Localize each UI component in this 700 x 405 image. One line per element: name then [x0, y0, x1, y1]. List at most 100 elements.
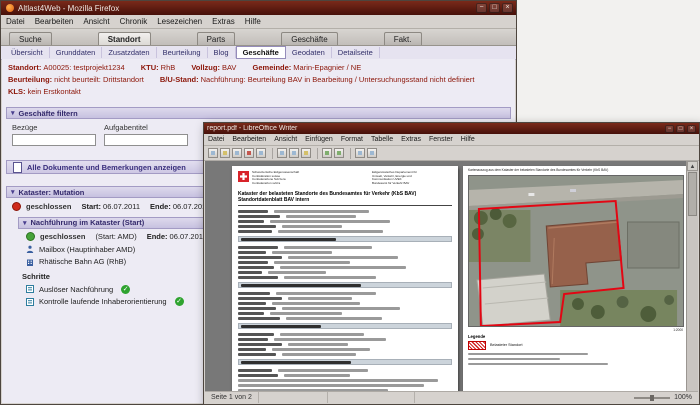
- minimize-button[interactable]: −: [665, 124, 674, 133]
- standort-info-header: Standort: A00025: testprojekt1234 KTU: RhB…: [2, 59, 515, 101]
- main-tabbar: Suche Standort Parts Geschäfte Fakt.: [1, 29, 516, 46]
- doc-section-bar: [238, 359, 452, 366]
- menu-ansicht[interactable]: Ansicht: [270, 136, 301, 143]
- sub-tabbar: Übersicht Grunddaten Zusatzdaten Beurtei…: [1, 46, 516, 60]
- pdf-page-datenblatt: Schweizerische Eidgenossenschaft Confédé…: [232, 166, 458, 392]
- toolbar-separator: [272, 147, 273, 159]
- menu-lesezeichen[interactable]: Lesezeichen: [152, 17, 207, 26]
- paste-icon[interactable]: [301, 148, 311, 158]
- vertical-scrollbar[interactable]: ▲: [686, 161, 698, 392]
- subtab-blog[interactable]: Blog: [208, 47, 236, 58]
- subtab-grunddaten[interactable]: Grunddaten: [50, 47, 103, 58]
- subtab-zusatzdaten[interactable]: Zusatzdaten: [102, 47, 157, 58]
- closed-status-icon: [12, 201, 21, 211]
- undo-icon[interactable]: [322, 148, 332, 158]
- menu-bearbeiten[interactable]: Bearbeiten: [30, 17, 79, 26]
- subtab-geschaefte[interactable]: Geschäfte: [235, 46, 286, 59]
- form-icon: [26, 297, 34, 306]
- confederation-text: Schweizerische Eidgenossenschaft Confédé…: [252, 170, 300, 186]
- toolbar-separator: [350, 147, 351, 159]
- pdf-viewer-window: report.pdf - LibreOffice Writer − □ × Da…: [203, 122, 700, 405]
- person-icon: [26, 245, 34, 253]
- aerial-photo: [468, 174, 684, 327]
- zoom-icon[interactable]: [355, 148, 365, 158]
- menu-format[interactable]: Format: [337, 136, 367, 143]
- status-segment: [328, 392, 415, 403]
- bezuege-input[interactable]: [12, 134, 96, 146]
- zoom-slider[interactable]: [634, 394, 671, 401]
- open-icon[interactable]: [220, 148, 230, 158]
- pdf-titlebar[interactable]: report.pdf - LibreOffice Writer − □ ×: [204, 123, 699, 134]
- maximize-button[interactable]: □: [676, 124, 685, 133]
- menu-hilfe[interactable]: Hilfe: [457, 136, 479, 143]
- open-status-icon: [26, 232, 35, 241]
- aufgabentitel-input[interactable]: [104, 134, 188, 146]
- collapse-arrow-icon: ▾: [11, 110, 15, 117]
- info-line-2: Beurteilung: nicht beurteilt: Drittstando…: [8, 75, 475, 84]
- form-icon: [26, 285, 34, 293]
- info-line-1: Standort: A00025: testprojekt1234 KTU: RhB…: [8, 63, 362, 72]
- subtab-detailseite[interactable]: Detailseite: [332, 47, 380, 58]
- minimize-button[interactable]: −: [476, 3, 487, 13]
- legend-row: Belasteter Standort: [463, 339, 689, 350]
- menu-tabelle[interactable]: Tabelle: [367, 136, 397, 143]
- filter-section-header[interactable]: ▾ Geschäfte filtern: [6, 107, 511, 119]
- doc-section-bar: [238, 282, 452, 289]
- tab-fakt[interactable]: Fakt.: [383, 32, 422, 45]
- menu-datei[interactable]: Datei: [204, 136, 228, 143]
- menu-extras[interactable]: Extras: [207, 17, 240, 26]
- tab-geschaefte[interactable]: Geschäfte: [281, 32, 338, 45]
- status-segment: [259, 392, 328, 403]
- firefox-titlebar[interactable]: Altlast4Web - Mozilla Firefox − □ ×: [1, 1, 516, 15]
- legend-item-label: Belasteter Standort: [490, 343, 523, 348]
- menu-chronik[interactable]: Chronik: [115, 17, 153, 26]
- department-text: Eidgenössisches Departement für Umwelt, …: [372, 170, 418, 186]
- menu-ansicht[interactable]: Ansicht: [78, 17, 114, 26]
- print-icon[interactable]: [256, 148, 266, 158]
- tab-standort[interactable]: Standort: [97, 32, 151, 45]
- pdf-statusbar: Seite 1 von 2 100%: [205, 391, 698, 403]
- document-icon: [13, 161, 22, 173]
- export-pdf-icon[interactable]: [244, 148, 254, 158]
- swiss-cross-logo-icon: [238, 171, 249, 182]
- document-title: Kataster der belasteten Standorte des Bu…: [238, 190, 417, 203]
- doc-text-row: [238, 229, 452, 234]
- doc-section-bar: [238, 323, 452, 330]
- find-icon[interactable]: [367, 148, 377, 158]
- subtab-beurteilung[interactable]: Beurteilung: [157, 47, 208, 58]
- new-document-icon[interactable]: [208, 148, 218, 158]
- maximize-button[interactable]: □: [489, 3, 500, 13]
- menu-extras[interactable]: Extras: [397, 136, 425, 143]
- toolbar-separator: [317, 147, 318, 159]
- page-header: Schweizerische Eidgenossenschaft Confédé…: [232, 166, 458, 186]
- menu-bearbeiten[interactable]: Bearbeiten: [228, 136, 270, 143]
- done-check-icon: ✓: [174, 297, 184, 306]
- pdf-window-title: report.pdf - LibreOffice Writer: [207, 125, 298, 132]
- menu-fenster[interactable]: Fenster: [425, 136, 457, 143]
- redo-icon[interactable]: [334, 148, 344, 158]
- menu-datei[interactable]: Datei: [1, 17, 30, 26]
- subtab-geodaten[interactable]: Geodaten: [286, 47, 332, 58]
- zoom-control[interactable]: 100%: [624, 392, 698, 403]
- scrollbar-thumb[interactable]: [688, 172, 697, 216]
- scroll-up-icon[interactable]: ▲: [687, 161, 698, 171]
- cut-icon[interactable]: [277, 148, 287, 158]
- tab-suche[interactable]: Suche: [9, 32, 52, 45]
- copy-icon[interactable]: [289, 148, 299, 158]
- page-info: Seite 1 von 2: [205, 392, 259, 403]
- firefox-icon: [6, 4, 14, 12]
- map-footer-text: [463, 350, 689, 365]
- doc-text-row: [238, 275, 452, 280]
- close-button[interactable]: ×: [502, 3, 513, 13]
- close-button[interactable]: ×: [687, 124, 696, 133]
- firefox-menubar: Datei Bearbeiten Ansicht Chronik Lesezei…: [1, 15, 516, 29]
- tab-parts[interactable]: Parts: [196, 32, 236, 45]
- menu-einfuegen[interactable]: Einfügen: [301, 136, 337, 143]
- save-icon[interactable]: [232, 148, 242, 158]
- belasteter-standort-swatch-icon: [468, 340, 486, 350]
- document-area: Schweizerische Eidgenossenschaft Confédé…: [205, 161, 698, 392]
- menu-hilfe[interactable]: Hilfe: [240, 17, 266, 26]
- aufgabentitel-label: Aufgabentitel: [104, 123, 148, 132]
- doc-text-row: [238, 316, 452, 321]
- subtab-uebersicht[interactable]: Übersicht: [5, 47, 50, 58]
